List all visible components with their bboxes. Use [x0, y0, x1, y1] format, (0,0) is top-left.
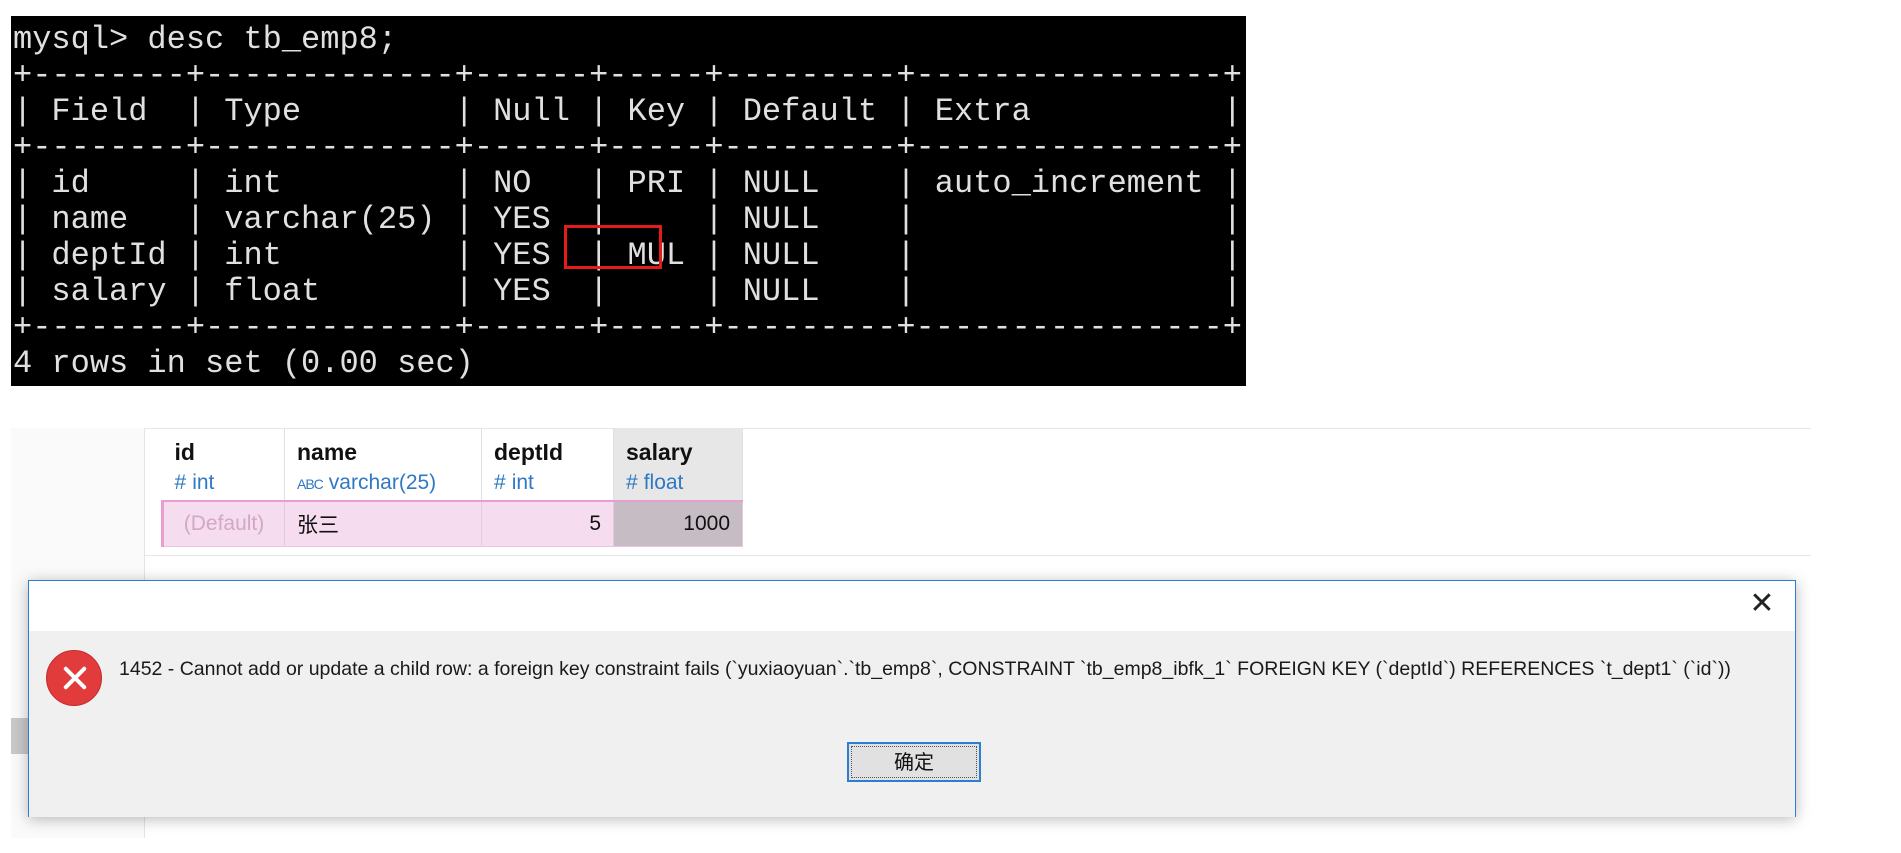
ok-button[interactable]: 确定	[847, 742, 981, 782]
column-header-salary[interactable]: salary # float	[613, 428, 743, 501]
column-name: salary	[626, 439, 693, 465]
terminal-row: | salary | float | YES | | NULL | |	[13, 273, 1242, 310]
terminal-header-line: | Field | Type | Null | Key | Default | …	[13, 93, 1242, 130]
error-dialog: ✕ 1452 - Cannot add or update a child ro…	[28, 580, 1796, 817]
dialog-body: 1452 - Cannot add or update a child row:…	[29, 631, 1795, 817]
terminal-output: mysql> desc tb_emp8; +--------+----------…	[11, 16, 1246, 382]
column-type: # int	[494, 468, 601, 498]
number-type-icon: #	[174, 471, 187, 494]
grid-divider	[144, 555, 1811, 556]
table-row[interactable]: (Default) 张三 5 1000	[161, 500, 743, 547]
text-type-icon: ABC	[297, 476, 324, 492]
terminal-row: | id | int | NO | PRI | NULL | auto_incr…	[13, 165, 1242, 202]
cell-deptid[interactable]: 5	[481, 500, 614, 547]
column-header-deptid[interactable]: deptId # int	[481, 428, 614, 501]
column-name: id	[174, 439, 195, 465]
error-message: 1452 - Cannot add or update a child row:…	[119, 658, 1731, 680]
column-type: ABC varchar(25)	[297, 468, 469, 499]
terminal-border-top: +--------+-------------+------+-----+---…	[13, 57, 1242, 94]
mul-key-highlight-box	[564, 225, 662, 269]
cell-salary[interactable]: 1000	[613, 500, 743, 547]
terminal-border-mid: +--------+-------------+------+-----+---…	[13, 129, 1242, 166]
terminal-border-bottom: +--------+-------------+------+-----+---…	[13, 309, 1242, 346]
grid-table: id # int name ABC varchar(25) deptId # int …	[161, 428, 743, 547]
error-icon	[46, 650, 102, 706]
grid-scroll-indicator	[11, 718, 29, 754]
column-type-label: float	[643, 471, 684, 494]
cell-id[interactable]: (Default)	[161, 500, 285, 547]
terminal-footer-line: 4 rows in set (0.00 sec)	[13, 345, 474, 382]
column-type-label: int	[192, 471, 215, 494]
column-name: name	[297, 439, 358, 465]
terminal-window: mysql> desc tb_emp8; +--------+----------…	[11, 16, 1246, 386]
column-header-name[interactable]: name ABC varchar(25)	[284, 428, 482, 501]
column-name: deptId	[494, 439, 563, 465]
terminal-command-line: mysql> desc tb_emp8;	[13, 21, 398, 58]
column-type: # int	[175, 468, 273, 498]
column-type-label: varchar(25)	[328, 471, 437, 494]
close-icon[interactable]: ✕	[1745, 587, 1779, 621]
number-type-icon: #	[626, 471, 638, 494]
column-header-id[interactable]: id # int	[162, 428, 285, 501]
column-type: # float	[626, 468, 730, 498]
number-type-icon: #	[494, 471, 506, 494]
ok-button-label: 确定	[894, 750, 934, 774]
cell-name[interactable]: 张三	[284, 500, 482, 547]
column-type-label: int	[511, 471, 534, 494]
